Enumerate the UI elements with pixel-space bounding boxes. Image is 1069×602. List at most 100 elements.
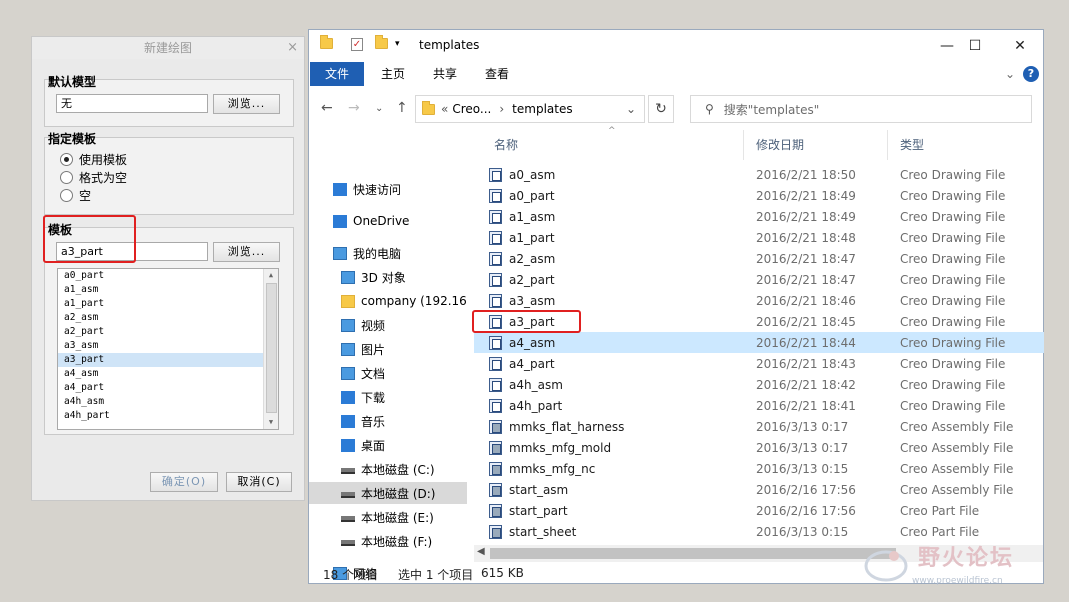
nav-item[interactable]: 下载 bbox=[309, 386, 467, 408]
template-list-item[interactable]: a0_part bbox=[58, 269, 278, 283]
item-count: 18 个项目 bbox=[323, 568, 379, 582]
new-folder-icon[interactable] bbox=[375, 35, 388, 49]
scroll-up-icon[interactable]: ▲ bbox=[264, 269, 278, 282]
template-list-item[interactable]: a2_part bbox=[58, 325, 278, 339]
template-list-item[interactable]: a3_part bbox=[58, 353, 278, 367]
breadcrumb-templates[interactable]: templates bbox=[512, 102, 572, 116]
nav-item[interactable]: 桌面 bbox=[309, 434, 467, 456]
help-icon[interactable]: ? bbox=[1023, 66, 1039, 82]
breadcrumb-overflow[interactable]: « bbox=[441, 102, 448, 116]
file-row[interactable]: a4h_asm 2016/2/21 18:42 Creo Drawing File bbox=[474, 374, 1044, 395]
file-row[interactable]: start_part 2016/2/16 17:56 Creo Part File bbox=[474, 500, 1044, 521]
nav-item[interactable]: 本地磁盘 (F:) bbox=[309, 530, 467, 552]
nav-item-label: 文档 bbox=[361, 366, 386, 381]
nav-item[interactable]: 本地磁盘 (E:) bbox=[309, 506, 467, 528]
radio-empty-with-format[interactable]: 格式为空 bbox=[60, 169, 127, 185]
template-list-item[interactable]: a3_asm bbox=[58, 339, 278, 353]
recent-locations-icon[interactable]: ⌄ bbox=[375, 103, 383, 114]
scroll-thumb[interactable] bbox=[266, 283, 277, 413]
selection-count: 选中 1 个项目 bbox=[398, 568, 474, 582]
file-name: start_part bbox=[509, 503, 568, 518]
cancel-button[interactable]: 取消(C) bbox=[226, 472, 292, 492]
template-list[interactable]: a0_part a1_asm a1_part a2_asm a2_part a3_asm a… bbox=[57, 268, 279, 430]
ok-button[interactable]: 确定(O) bbox=[150, 472, 218, 492]
file-date: 2016/3/13 0:15 bbox=[756, 461, 849, 476]
file-row[interactable]: a4_part 2016/2/21 18:43 Creo Drawing File bbox=[474, 353, 1044, 374]
scroll-down-icon[interactable]: ▼ bbox=[264, 416, 278, 429]
quick-access-dropdown-icon[interactable]: ▾ bbox=[395, 39, 400, 49]
template-list-item[interactable]: a4h_asm bbox=[58, 395, 278, 409]
close-button[interactable]: ✕ bbox=[1000, 34, 1040, 58]
file-row[interactable]: a2_asm 2016/2/21 18:47 Creo Drawing File bbox=[474, 248, 1044, 269]
column-header-name[interactable]: 名称 bbox=[482, 130, 744, 160]
breadcrumb-creo[interactable]: Creo... bbox=[452, 102, 491, 116]
forward-icon[interactable]: → bbox=[348, 100, 360, 116]
up-icon[interactable]: ↑ bbox=[396, 100, 408, 116]
nav-item[interactable]: OneDrive bbox=[309, 210, 467, 232]
ribbon-expand-icon[interactable]: ⌄ bbox=[1002, 62, 1018, 86]
template-list-item[interactable]: a1_asm bbox=[58, 283, 278, 297]
nav-item[interactable]: 快速访问 bbox=[309, 178, 467, 200]
template-list-item[interactable]: a2_asm bbox=[58, 311, 278, 325]
nav-item[interactable]: 图片 bbox=[309, 338, 467, 360]
properties-icon[interactable]: ✓ bbox=[351, 38, 363, 51]
horizontal-scroll-thumb[interactable] bbox=[490, 548, 896, 559]
column-header-date[interactable]: 修改日期 bbox=[744, 130, 888, 160]
file-row[interactable]: a3_asm 2016/2/21 18:46 Creo Drawing File bbox=[474, 290, 1044, 311]
address-dropdown-icon[interactable]: ⌄ bbox=[626, 102, 636, 116]
file-row[interactable]: mmks_flat_harness 2016/3/13 0:17 Creo Asse… bbox=[474, 416, 1044, 437]
template-list-item[interactable]: a4h_part bbox=[58, 409, 278, 423]
cloud-icon bbox=[333, 214, 347, 228]
tab-home[interactable]: 主页 bbox=[373, 62, 413, 86]
default-model-field[interactable]: 无 bbox=[56, 94, 208, 113]
tab-share[interactable]: 共享 bbox=[425, 62, 465, 86]
file-row[interactable]: a4_asm 2016/2/21 18:44 Creo Drawing File bbox=[474, 332, 1044, 353]
file-row[interactable]: a0_part 2016/2/21 18:49 Creo Drawing File bbox=[474, 185, 1044, 206]
file-type: Creo Drawing File bbox=[900, 188, 1006, 203]
nav-item-label: 本地磁盘 (D:) bbox=[361, 486, 436, 501]
template-browse-button[interactable]: 浏览... bbox=[213, 242, 280, 262]
nav-item[interactable]: 我的电脑 bbox=[309, 242, 467, 264]
nav-item[interactable]: 3D 对象 bbox=[309, 266, 467, 288]
file-date: 2016/3/13 0:17 bbox=[756, 440, 849, 455]
file-row[interactable]: a0_asm 2016/2/21 18:50 Creo Drawing File bbox=[474, 164, 1044, 185]
creo-model-file-icon bbox=[489, 524, 502, 539]
template-list-item[interactable]: a4_part bbox=[58, 381, 278, 395]
close-icon[interactable]: × bbox=[287, 37, 298, 59]
nav-item[interactable]: 音乐 bbox=[309, 410, 467, 432]
tab-view[interactable]: 查看 bbox=[477, 62, 517, 86]
maximize-button[interactable]: ☐ bbox=[955, 34, 995, 58]
file-date: 2016/2/21 18:49 bbox=[756, 209, 856, 224]
scroll-left-icon[interactable]: ◀ bbox=[477, 546, 485, 557]
file-row[interactable]: mmks_mfg_mold 2016/3/13 0:17 Creo Assembly… bbox=[474, 437, 1044, 458]
file-row[interactable]: start_asm 2016/2/16 17:56 Creo Assembly Fi… bbox=[474, 479, 1044, 500]
nav-item[interactable]: 本地磁盘 (C:) bbox=[309, 458, 467, 480]
nav-item[interactable]: 视频 bbox=[309, 314, 467, 336]
address-bar[interactable]: « Creo... › templates ⌄ bbox=[415, 95, 645, 123]
file-row[interactable]: a2_part 2016/2/21 18:47 Creo Drawing File bbox=[474, 269, 1044, 290]
nav-item[interactable]: company (192.168. bbox=[309, 290, 467, 312]
file-row[interactable]: mmks_mfg_nc 2016/3/13 0:15 Creo Assembly F… bbox=[474, 458, 1044, 479]
template-spec-label: 指定模板 bbox=[48, 132, 97, 146]
back-icon[interactable]: ← bbox=[321, 100, 333, 116]
file-row[interactable]: a4h_part 2016/2/21 18:41 Creo Drawing File bbox=[474, 395, 1044, 416]
file-row[interactable]: a1_asm 2016/2/21 18:49 Creo Drawing File bbox=[474, 206, 1044, 227]
creo-drawing-file-icon bbox=[489, 272, 502, 287]
refresh-button[interactable]: ↻ bbox=[648, 95, 674, 123]
default-model-browse-button[interactable]: 浏览... bbox=[213, 94, 280, 114]
template-list-scrollbar[interactable]: ▲ ▼ bbox=[263, 269, 278, 429]
file-name: a2_asm bbox=[509, 251, 556, 266]
title-bar: ✓ ▾ templates — ☐ ✕ bbox=[309, 30, 1043, 62]
column-header-type[interactable]: 类型 bbox=[888, 130, 1043, 160]
file-row[interactable]: a1_part 2016/2/21 18:48 Creo Drawing File bbox=[474, 227, 1044, 248]
tab-file[interactable]: 文件 bbox=[310, 62, 364, 86]
file-list: ^ 名称 修改日期 类型 a0_asm 2016/2/21 18:50 Creo D… bbox=[474, 126, 1044, 562]
nav-item[interactable]: 本地磁盘 (D:) bbox=[309, 482, 467, 504]
radio-empty[interactable]: 空 bbox=[60, 187, 91, 203]
radio-use-template[interactable]: 使用模板 bbox=[60, 151, 127, 167]
file-date: 2016/3/13 0:15 bbox=[756, 524, 849, 539]
template-list-item[interactable]: a4_asm bbox=[58, 367, 278, 381]
nav-item[interactable]: 文档 bbox=[309, 362, 467, 384]
search-box[interactable]: ⚲ 搜索"templates" bbox=[690, 95, 1032, 123]
template-list-item[interactable]: a1_part bbox=[58, 297, 278, 311]
